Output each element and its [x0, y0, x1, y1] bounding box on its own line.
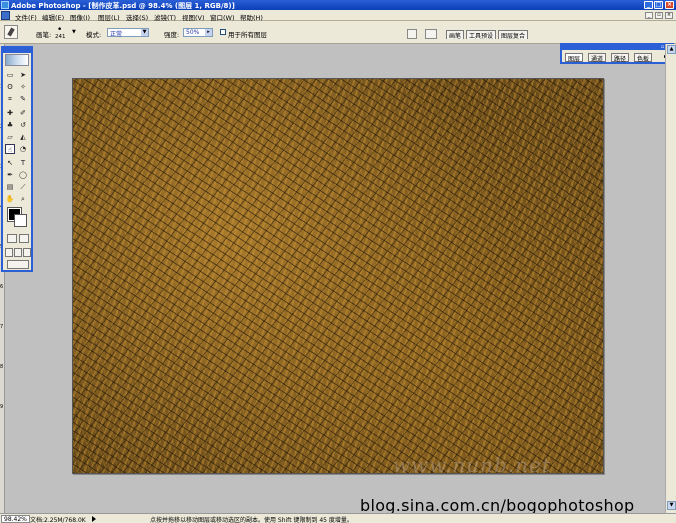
lasso-tool-icon[interactable]: ʘ [5, 82, 15, 92]
brush-size: 241 [55, 34, 66, 40]
tab-layer-comps[interactable]: 图层复合 [498, 30, 529, 40]
screen-mode-full-menu-icon[interactable] [14, 248, 22, 257]
mode-label: 模式: [86, 31, 102, 39]
healing-brush-icon[interactable]: ✚ [5, 108, 15, 118]
scroll-up-icon[interactable]: ▲ [667, 45, 676, 54]
document-icon[interactable] [1, 11, 10, 20]
minimize-button[interactable]: _ [644, 1, 653, 9]
notes-tool-icon[interactable]: ▤ [5, 182, 15, 192]
maximize-button[interactable]: □ [654, 1, 663, 9]
mode-select[interactable]: 正常 ▼ [107, 28, 149, 38]
doc-minimize-button[interactable]: _ [645, 12, 653, 19]
close-button[interactable]: × [665, 1, 674, 9]
background-color-swatch[interactable] [14, 214, 27, 227]
adobe-feather-icon[interactable] [5, 54, 29, 66]
brush-label: 画笔: [36, 31, 52, 39]
history-brush-icon[interactable]: ↺ [18, 120, 28, 130]
docked-tool-icon[interactable] [407, 29, 417, 39]
tab-brushes[interactable]: 画笔 [446, 30, 465, 40]
all-layers-checkbox[interactable] [220, 29, 226, 35]
palette-well: 画笔 工具预设 图层复合 [444, 30, 676, 40]
brush-dropdown-arrow-icon[interactable]: ▼ [72, 29, 76, 35]
file-browser-icon[interactable] [425, 29, 437, 39]
marquee-tool-icon[interactable]: ▭ [5, 70, 15, 80]
tab-layers[interactable]: 图层 [565, 53, 584, 63]
zoom-tool-icon[interactable]: ⌕ [18, 194, 28, 204]
type-tool-icon[interactable]: T [18, 158, 28, 168]
image-watermark: www.nunb.net [393, 453, 551, 477]
paint-bucket-icon[interactable]: ◭ [18, 132, 28, 142]
ruler-mark: 6 [0, 284, 4, 290]
leather-texture-canvas[interactable]: www.nunb.net [72, 78, 604, 477]
path-select-icon[interactable]: ↖ [5, 158, 15, 168]
brush-tool-icon[interactable]: ✐ [18, 108, 28, 118]
standard-mode-icon[interactable] [7, 234, 17, 243]
hand-tool-icon[interactable]: ✋ [5, 194, 15, 204]
chevron-right-icon: ▸ [205, 29, 212, 36]
ruler-mark: 7 [0, 324, 4, 330]
doc-close-button[interactable]: × [665, 12, 673, 19]
dodge-tool-icon[interactable]: ◔ [18, 144, 28, 154]
status-hint: 点按并拖移以移动图层或移动选区的副本。使用 Shift 键限制到 45 度增量。 [150, 517, 353, 523]
strength-input[interactable]: 50% ▸ [183, 28, 213, 37]
eraser-tool-icon[interactable]: ▱ [5, 132, 15, 142]
move-tool-icon[interactable]: ➤ [18, 70, 28, 80]
strength-label: 强度: [164, 31, 180, 39]
screen-mode-standard-icon[interactable] [5, 248, 13, 257]
layers-palette: ▫ × 图层 通道 路径 色板 ▸ [560, 43, 674, 64]
tab-channels[interactable]: 通道 [588, 53, 607, 63]
scroll-down-icon[interactable]: ▼ [667, 501, 676, 510]
title-bar: Adobe Photoshop - [制作皮革.psd @ 98.4% (图层 … [0, 0, 676, 10]
magic-wand-icon[interactable]: ✧ [18, 82, 28, 92]
slice-tool-icon[interactable]: ✎ [18, 94, 28, 104]
smudge-tool-icon[interactable]: ☝ [5, 144, 15, 154]
smudge-tool-preset-icon[interactable] [4, 25, 18, 39]
tab-swatches[interactable]: 色板 [634, 53, 653, 63]
strength-value: 50% [186, 29, 200, 36]
toolbox: ▭ ➤ ʘ ✧ ⌗ ✎ ✚ ✐ ♣ ↺ ▱ ◭ ☝ ◔ ↖ T ✒ ◯ ▤ ⟋ … [1, 46, 33, 272]
doc-restore-button[interactable]: ▫ [655, 12, 663, 19]
tab-paths[interactable]: 路径 [611, 53, 630, 63]
menu-bar: 文件(F) 编辑(E) 图像(I) 图层(L) 选择(S) 滤镜(T) 视图(V… [0, 10, 676, 22]
ruler-mark: 9 [0, 404, 4, 410]
all-layers-label: 用于所有图层 [228, 31, 267, 39]
status-menu-arrow-icon[interactable] [92, 516, 96, 522]
screen-mode-full-icon[interactable] [23, 248, 31, 257]
toolbox-title-bar[interactable] [3, 48, 31, 53]
ruler-mark: 8 [0, 364, 4, 370]
chevron-down-icon: ▼ [141, 29, 148, 36]
tab-tool-presets[interactable]: 工具预设 [466, 30, 497, 40]
zoom-field[interactable]: 98.42% [1, 515, 30, 523]
jump-to-imageready-icon[interactable] [7, 260, 29, 269]
status-bar: 98.42% 文档:2.25M/768.0K 点按并拖移以移动图层或移动选区的副… [0, 513, 676, 523]
crop-tool-icon[interactable]: ⌗ [5, 94, 15, 104]
pen-tool-icon[interactable]: ✒ [5, 170, 15, 180]
shape-tool-icon[interactable]: ◯ [18, 170, 28, 180]
quickmask-mode-icon[interactable] [19, 234, 29, 243]
clone-stamp-icon[interactable]: ♣ [5, 120, 15, 130]
document-size: 文档:2.25M/768.0K [30, 517, 86, 523]
eyedropper-icon[interactable]: ⟋ [18, 182, 28, 192]
palette-title-bar[interactable] [562, 45, 672, 50]
vertical-scrollbar[interactable]: ▲ ▼ [665, 44, 676, 513]
mode-value: 正常 [110, 31, 123, 38]
photoshop-app-icon[interactable] [1, 1, 9, 9]
